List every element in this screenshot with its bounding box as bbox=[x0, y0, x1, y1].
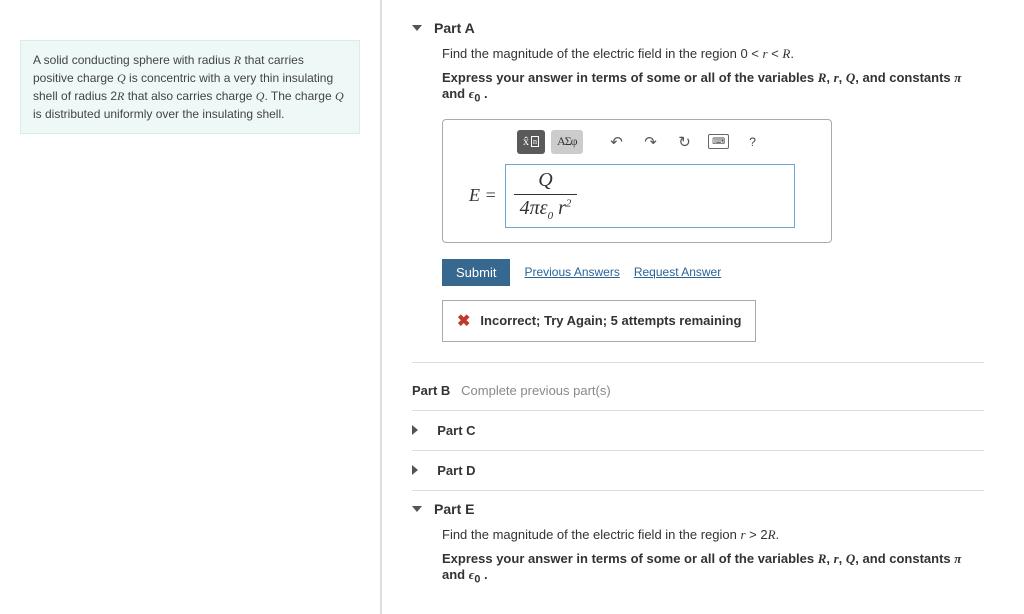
previous-answers-link[interactable]: Previous Answers bbox=[524, 265, 619, 279]
part-a-label: Part A bbox=[434, 20, 475, 36]
equation-label: E = bbox=[457, 185, 505, 206]
help-button[interactable]: ? bbox=[739, 130, 767, 154]
part-c-header[interactable]: Part C bbox=[412, 411, 984, 451]
templates-button[interactable]: x̂n bbox=[517, 130, 545, 154]
problem-description: A solid conducting sphere with radius R … bbox=[20, 40, 360, 134]
part-b-status: Complete previous part(s) bbox=[461, 383, 611, 398]
request-answer-link[interactable]: Request Answer bbox=[634, 265, 721, 279]
reset-button[interactable]: ↻ bbox=[671, 130, 699, 154]
answer-input[interactable]: Q 4πε0 r2 bbox=[505, 164, 795, 228]
caret-down-icon bbox=[412, 506, 422, 512]
keyboard-button[interactable]: ⌨ bbox=[705, 130, 733, 154]
part-a-prompt: Find the magnitude of the electric field… bbox=[442, 46, 984, 62]
caret-right-icon bbox=[412, 425, 418, 435]
part-e-instruction: Express your answer in terms of some or … bbox=[442, 551, 984, 586]
caret-down-icon bbox=[412, 25, 422, 31]
redo-button[interactable]: ↷ bbox=[637, 130, 665, 154]
greek-letters-button[interactable]: ΑΣφ bbox=[551, 130, 583, 154]
feedback-box: ✖ Incorrect; Try Again; 5 attempts remai… bbox=[442, 300, 756, 342]
part-c-label: Part C bbox=[437, 423, 475, 438]
keyboard-icon: ⌨ bbox=[708, 134, 729, 149]
submit-button[interactable]: Submit bbox=[442, 259, 510, 286]
part-a-instruction: Express your answer in terms of some or … bbox=[442, 70, 984, 105]
part-d-label: Part D bbox=[437, 463, 475, 478]
part-b-row: Part B Complete previous part(s) bbox=[412, 371, 984, 411]
part-e-prompt: Find the magnitude of the electric field… bbox=[442, 527, 984, 543]
part-b-label: Part B bbox=[412, 383, 450, 398]
part-e-label: Part E bbox=[434, 501, 474, 517]
answer-numerator: Q bbox=[514, 169, 578, 195]
undo-button[interactable]: ↶ bbox=[603, 130, 631, 154]
answer-denominator: 4πε0 r2 bbox=[514, 195, 578, 222]
feedback-text: Incorrect; Try Again; 5 attempts remaini… bbox=[480, 313, 741, 328]
caret-right-icon bbox=[412, 465, 418, 475]
incorrect-icon: ✖ bbox=[457, 311, 470, 331]
part-e-header[interactable]: Part E bbox=[412, 491, 984, 527]
answer-box: x̂n ΑΣφ ↶ ↷ ↻ ⌨ ? E = Q 4πε0 r2 bbox=[442, 119, 832, 243]
part-a-header[interactable]: Part A bbox=[412, 10, 984, 46]
part-d-header[interactable]: Part D bbox=[412, 451, 984, 491]
